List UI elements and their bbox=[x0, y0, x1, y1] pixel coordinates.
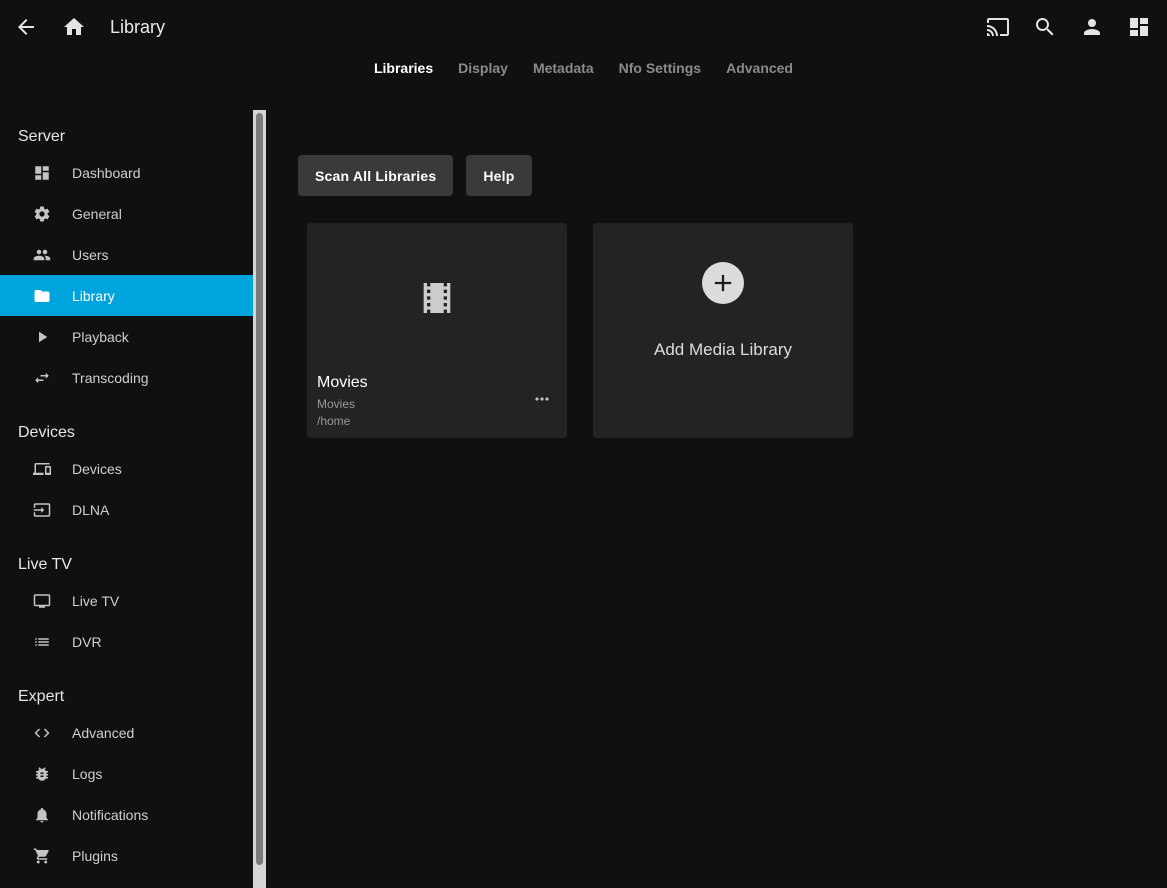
tab-metadata[interactable]: Metadata bbox=[531, 58, 596, 78]
play-icon bbox=[33, 328, 51, 346]
folder-icon bbox=[33, 287, 51, 305]
top-bar: Library bbox=[0, 0, 1167, 54]
sidebar-item-label: Transcoding bbox=[72, 370, 149, 386]
sidebar-heading-devices: Devices bbox=[18, 424, 253, 442]
library-card-movies[interactable]: Movies Movies /home bbox=[307, 223, 567, 438]
bug-icon bbox=[33, 765, 51, 783]
sidebar-item-playback[interactable]: Playback bbox=[0, 316, 253, 357]
library-path: /home bbox=[317, 413, 557, 430]
sidebar-item-plugins[interactable]: Plugins bbox=[0, 835, 253, 876]
library-menu-button[interactable] bbox=[531, 390, 553, 408]
add-media-library-card[interactable]: Add Media Library bbox=[593, 223, 853, 438]
sidebar-item-general[interactable]: General bbox=[0, 193, 253, 234]
sidebar-heading-expert: Expert bbox=[18, 688, 253, 706]
sidebar-item-label: Library bbox=[72, 288, 115, 304]
library-card-body: Movies Movies /home bbox=[317, 373, 557, 430]
dashboard-button[interactable] bbox=[1127, 15, 1151, 39]
sidebar-heading-server: Server bbox=[18, 128, 253, 146]
sidebar-item-label: Notifications bbox=[72, 807, 148, 823]
back-button[interactable] bbox=[14, 15, 38, 39]
sidebar-heading-livetv: Live TV bbox=[18, 556, 253, 574]
sidebar-item-scheduled-tasks[interactable]: Scheduled Tasks bbox=[0, 876, 253, 888]
sidebar-item-label: Logs bbox=[72, 766, 102, 782]
topbar-actions bbox=[986, 15, 1151, 39]
user-button[interactable] bbox=[1080, 15, 1104, 39]
cart-icon bbox=[33, 847, 51, 865]
sidebar-item-label: Users bbox=[72, 247, 109, 263]
search-button[interactable] bbox=[1033, 15, 1057, 39]
sidebar-item-dvr[interactable]: DVR bbox=[0, 621, 253, 662]
sidebar-item-label: Plugins bbox=[72, 848, 118, 864]
sidebar-item-label: DVR bbox=[72, 634, 102, 650]
sidebar-item-label: DLNA bbox=[72, 502, 109, 518]
home-icon bbox=[62, 15, 86, 39]
scan-all-libraries-button[interactable]: Scan All Libraries bbox=[298, 155, 453, 196]
user-icon bbox=[1080, 15, 1104, 39]
search-icon bbox=[1033, 15, 1057, 39]
add-media-library-label: Add Media Library bbox=[654, 340, 792, 360]
plus-icon bbox=[709, 269, 737, 297]
library-type: Movies bbox=[317, 396, 557, 413]
sidebar-item-label: Playback bbox=[72, 329, 129, 345]
sidebar-item-dlna[interactable]: DLNA bbox=[0, 489, 253, 530]
main-content: Scan All Libraries Help Movies Movies /h… bbox=[266, 110, 1167, 888]
sidebar-item-notifications[interactable]: Notifications bbox=[0, 794, 253, 835]
sidebar-item-label: Devices bbox=[72, 461, 122, 477]
devices-icon bbox=[33, 460, 51, 478]
sidebar-item-users[interactable]: Users bbox=[0, 234, 253, 275]
add-circle bbox=[702, 262, 744, 304]
sidebar-item-livetv[interactable]: Live TV bbox=[0, 580, 253, 621]
dashboard-icon bbox=[33, 164, 51, 182]
input-icon bbox=[33, 501, 51, 519]
users-icon bbox=[33, 246, 51, 264]
tab-advanced[interactable]: Advanced bbox=[724, 58, 795, 78]
sidebar-item-logs[interactable]: Logs bbox=[0, 753, 253, 794]
sidebar-scrollbar-thumb[interactable] bbox=[256, 113, 263, 865]
admin-sidebar: Server Dashboard General Users Library P… bbox=[0, 110, 253, 888]
sidebar-item-label: Dashboard bbox=[72, 165, 141, 181]
library-name: Movies bbox=[317, 373, 557, 393]
library-toolbar: Scan All Libraries Help bbox=[298, 155, 1167, 196]
back-arrow-icon bbox=[14, 15, 38, 39]
tab-nfo-settings[interactable]: Nfo Settings bbox=[617, 58, 703, 78]
cast-button[interactable] bbox=[986, 15, 1010, 39]
dashboard-icon bbox=[1127, 15, 1151, 39]
sidebar-item-label: Live TV bbox=[72, 593, 119, 609]
settings-tab-bar: Libraries Display Metadata Nfo Settings … bbox=[0, 54, 1167, 82]
page-title: Library bbox=[110, 17, 165, 38]
home-button[interactable] bbox=[62, 15, 86, 39]
swap-arrows-icon bbox=[33, 369, 51, 387]
sidebar-item-label: Advanced bbox=[72, 725, 134, 741]
gear-icon bbox=[33, 205, 51, 223]
sidebar-item-devices[interactable]: Devices bbox=[0, 448, 253, 489]
tv-icon bbox=[33, 592, 51, 610]
tab-libraries[interactable]: Libraries bbox=[372, 58, 435, 78]
sidebar-item-label: General bbox=[72, 206, 122, 222]
sidebar-item-dashboard[interactable]: Dashboard bbox=[0, 152, 253, 193]
library-cards: Movies Movies /home Add Media Library bbox=[307, 223, 1167, 438]
sidebar-item-transcoding[interactable]: Transcoding bbox=[0, 357, 253, 398]
list-icon bbox=[33, 633, 51, 651]
sidebar-item-library[interactable]: Library bbox=[0, 275, 253, 316]
more-dots-icon bbox=[532, 389, 552, 409]
code-icon bbox=[33, 724, 51, 742]
film-strip-icon bbox=[417, 278, 457, 318]
library-card-image bbox=[307, 223, 567, 373]
cast-icon bbox=[986, 15, 1010, 39]
sidebar-item-advanced[interactable]: Advanced bbox=[0, 712, 253, 753]
bell-icon bbox=[33, 806, 51, 824]
help-button[interactable]: Help bbox=[466, 155, 531, 196]
tab-display[interactable]: Display bbox=[456, 58, 510, 78]
sidebar-scrollbar-track[interactable] bbox=[253, 110, 266, 888]
